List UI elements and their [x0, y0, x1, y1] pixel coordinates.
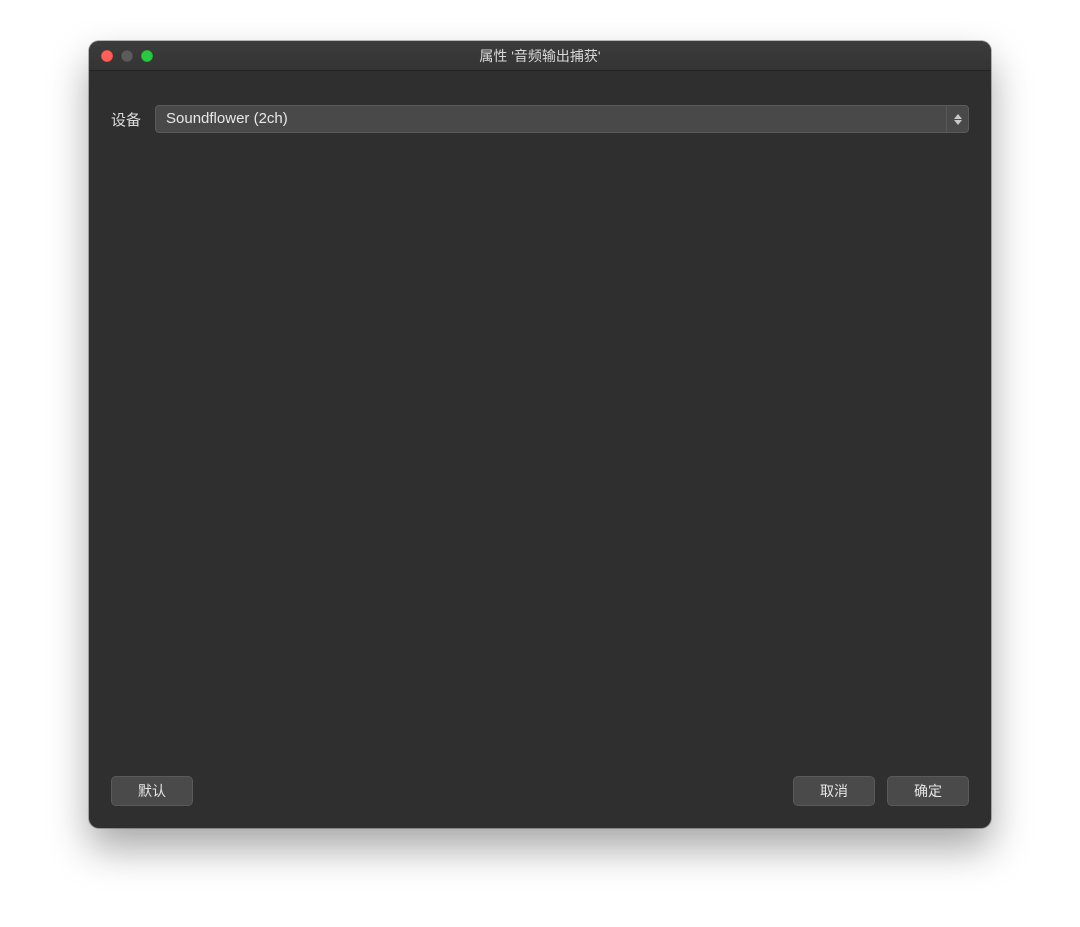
minimize-icon	[121, 50, 133, 62]
zoom-icon[interactable]	[141, 50, 153, 62]
close-icon[interactable]	[101, 50, 113, 62]
device-select[interactable]: Soundflower (2ch)	[155, 105, 969, 133]
cancel-button[interactable]: 取消	[793, 776, 875, 806]
content-area: 设备 Soundflower (2ch)	[89, 71, 991, 776]
device-row: 设备 Soundflower (2ch)	[111, 105, 969, 133]
properties-window: 属性 '音频输出捕获' 设备 Soundflower (2ch) 默认 取消 确…	[89, 41, 991, 828]
device-label: 设备	[111, 109, 141, 130]
footer: 默认 取消 确定	[89, 776, 991, 828]
window-title: 属性 '音频输出捕获'	[89, 46, 991, 66]
updown-icon	[946, 106, 968, 132]
ok-button[interactable]: 确定	[887, 776, 969, 806]
traffic-lights	[89, 50, 153, 62]
titlebar[interactable]: 属性 '音频输出捕获'	[89, 41, 991, 71]
defaults-button[interactable]: 默认	[111, 776, 193, 806]
device-select-value: Soundflower (2ch)	[156, 106, 946, 132]
